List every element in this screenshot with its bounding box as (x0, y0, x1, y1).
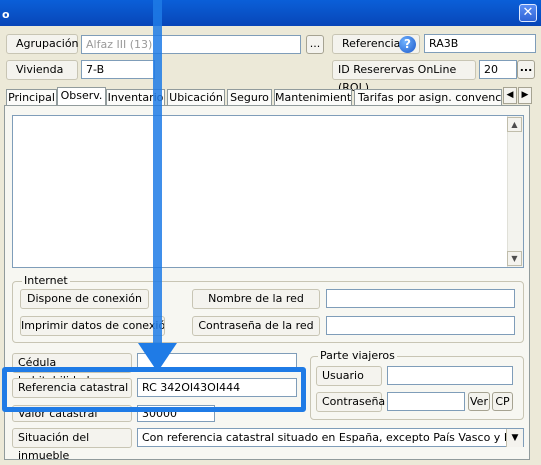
contrasena-red-label: Contraseña de la red (192, 316, 320, 336)
imprimir-datos-button[interactable]: Imprimir datos de conexión (20, 316, 165, 336)
usuario-label: Usuario (316, 366, 382, 386)
cp-button[interactable]: CP (492, 392, 513, 411)
agrupacion-browse-button[interactable]: ... (306, 35, 324, 54)
nombre-red-field[interactable] (326, 289, 515, 308)
situacion-label: Situación del inmueble (12, 428, 132, 462)
close-button[interactable]: ✕ (519, 4, 537, 22)
tab-tarifas[interactable]: Tarifas por asign. convencionales (354, 89, 502, 106)
tab-principal[interactable]: Principal (6, 89, 57, 106)
tab-scroll-right-icon[interactable]: ▶ (518, 87, 532, 104)
contrasena-viajeros-label: Contraseña (316, 392, 385, 412)
contrasena-viajeros-field[interactable] (387, 392, 465, 411)
scroll-up-icon[interactable]: ▲ (507, 117, 522, 132)
tab-mantenimiento[interactable]: Mantenimiento (274, 89, 352, 106)
internet-legend: Internet (22, 274, 70, 287)
id-reservas-field[interactable]: 20 (479, 60, 517, 79)
title-bar (0, 0, 541, 26)
id-reservas-label: ID Reserervas OnLine (ROL) (332, 60, 476, 94)
situacion-select[interactable]: Con referencia catastral situado en Espa… (137, 428, 524, 447)
agrupacion-field[interactable]: Alfaz III (13) (81, 35, 301, 54)
memo-scrollbar[interactable] (507, 116, 523, 267)
tab-ubicacion[interactable]: Ubicación (167, 89, 225, 106)
observaciones-memo[interactable] (12, 115, 524, 268)
tab-inventario[interactable]: Inventario (106, 89, 165, 106)
scroll-down-icon[interactable]: ▼ (507, 251, 522, 266)
ver-button[interactable]: Ver (468, 392, 490, 411)
dispone-conexion-button[interactable]: Dispone de conexión (20, 289, 149, 309)
agrupacion-label: Agrupación (6, 34, 79, 54)
usuario-field[interactable] (387, 366, 513, 385)
id-reservas-button[interactable]: ... (517, 60, 535, 79)
help-icon[interactable]: ? (399, 36, 416, 53)
tab-observ[interactable]: Observ. (57, 87, 106, 106)
nombre-red-label: Nombre de la red (192, 289, 320, 309)
vivienda-field[interactable]: 7-B (81, 60, 155, 79)
contrasena-red-field[interactable] (326, 316, 515, 335)
parte-viajeros-legend: Parte viajeros (318, 349, 397, 362)
annotation-highlight-box (2, 367, 306, 412)
vivienda-label: Vivienda (6, 60, 78, 80)
chevron-down-icon[interactable]: ▼ (506, 429, 523, 447)
tab-scroll-left-icon[interactable]: ◀ (503, 87, 517, 104)
tab-seguro[interactable]: Seguro (227, 89, 272, 106)
referencia-field[interactable]: RA3B (424, 34, 536, 53)
window-title: o (2, 8, 10, 21)
